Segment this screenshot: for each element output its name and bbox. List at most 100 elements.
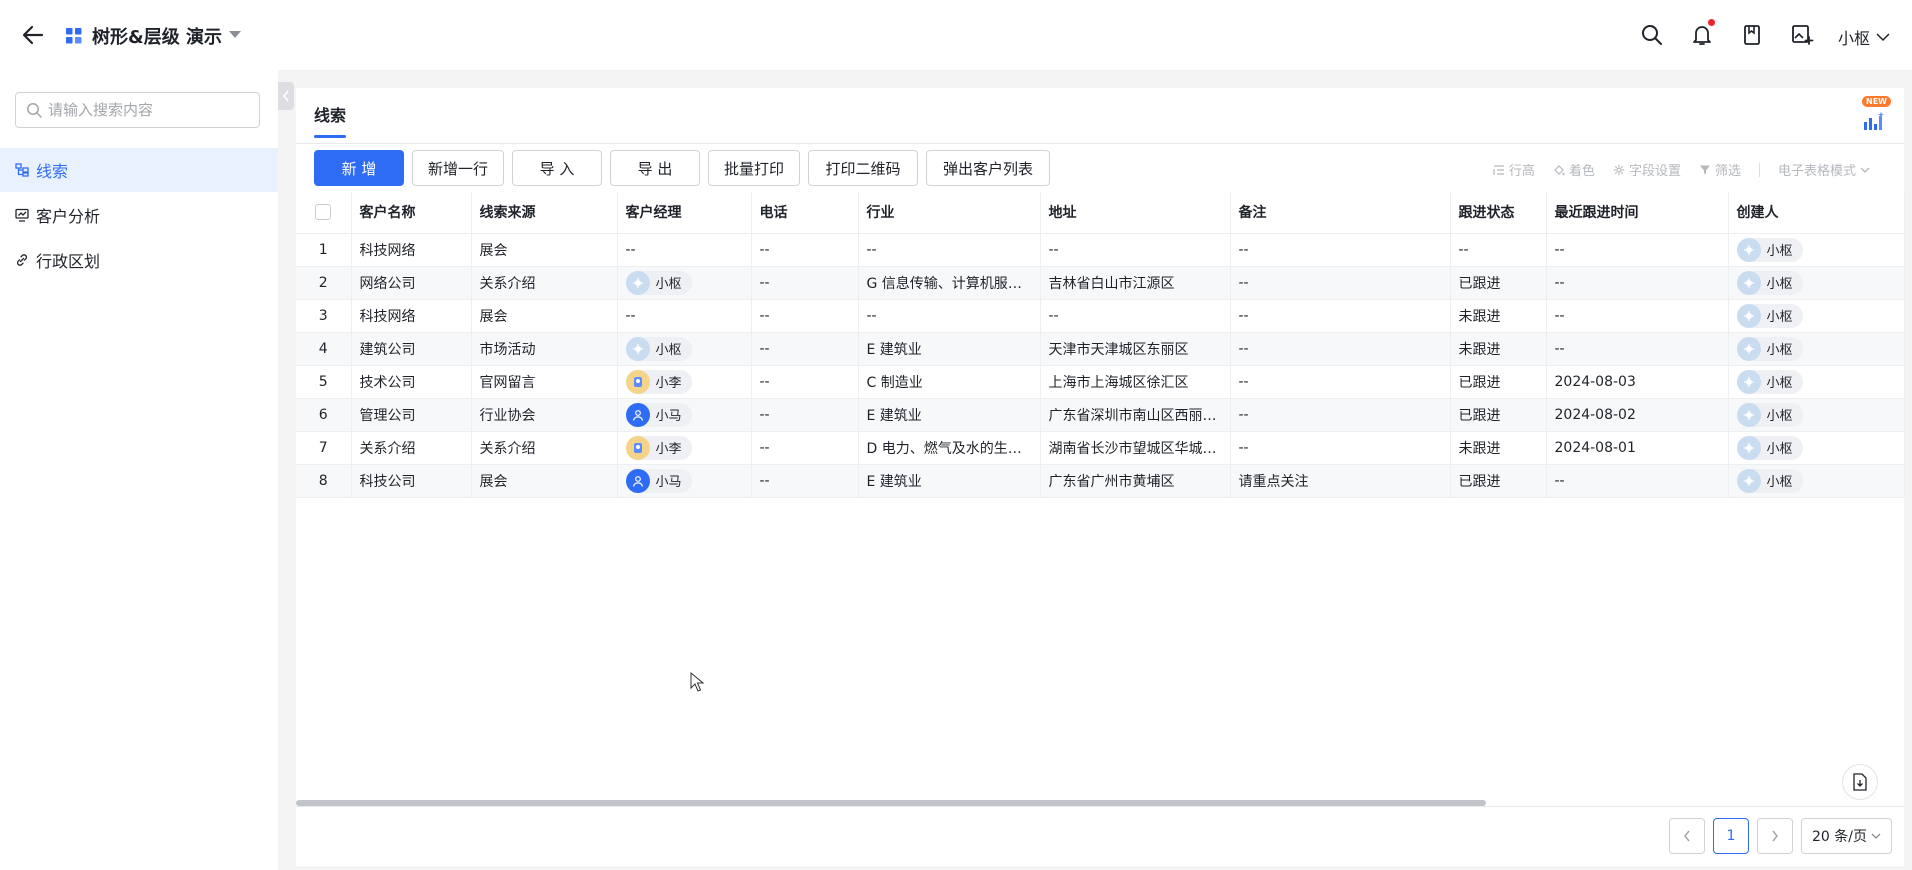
table-cell-address[interactable]: 吉林省白山市江源区 <box>1040 266 1231 300</box>
table-cell-source[interactable]: 关系介绍 <box>471 266 618 300</box>
creator-cell[interactable]: 小枢 <box>1728 266 1905 300</box>
table-row[interactable]: 3 科技网络 展会 -- -- -- -- -- 未跟进 -- 小枢 <box>296 299 1905 333</box>
add-row-button[interactable]: 新增一行 <box>412 150 504 186</box>
table-cell-source[interactable]: 关系介绍 <box>471 431 618 465</box>
table-cell-note[interactable]: -- <box>1230 233 1451 267</box>
manager-cell[interactable]: 小马 <box>617 398 752 432</box>
user-tag[interactable]: 小枢 <box>1736 336 1803 361</box>
table-cell-note[interactable]: -- <box>1230 266 1451 300</box>
table-cell-status[interactable]: 已跟进 <box>1450 464 1547 498</box>
next-page-button[interactable] <box>1757 818 1794 854</box>
manager-cell[interactable]: 小李 <box>617 431 752 465</box>
column-header[interactable]: 跟进状态 <box>1450 192 1547 234</box>
bookmark-icon[interactable] <box>1740 23 1764 47</box>
user-tag[interactable]: 小枢 <box>625 336 692 361</box>
add-button[interactable]: 新 增 <box>314 150 404 186</box>
user-tag[interactable]: 小枢 <box>1736 270 1803 295</box>
table-cell-source[interactable]: 展会 <box>471 299 618 333</box>
table-cell-industry[interactable]: -- <box>858 299 1041 333</box>
table-row[interactable]: 8 科技公司 展会 小马 -- E 建筑业 广东省广州市黄埔区 请重点关注 已跟进 -- 小枢 <box>296 464 1905 498</box>
user-tag[interactable]: 小枢 <box>1736 435 1803 460</box>
creator-cell[interactable]: 小枢 <box>1728 431 1905 465</box>
table-cell-address[interactable]: -- <box>1040 233 1231 267</box>
table-cell-last-time[interactable]: -- <box>1546 233 1729 267</box>
sidebar-item-customer-analysis[interactable]: 客户分析 <box>0 193 278 237</box>
tab-leads[interactable]: 线索 <box>314 102 346 126</box>
table-cell-last-time[interactable]: 2024-08-02 <box>1546 398 1729 432</box>
user-tag[interactable]: 小枢 <box>1736 402 1803 427</box>
table-cell-phone[interactable]: -- <box>751 299 859 333</box>
user-tag[interactable]: 小枢 <box>1736 369 1803 394</box>
table-cell-status[interactable]: 已跟进 <box>1450 398 1547 432</box>
table-cell-address[interactable]: 广东省广州市黄埔区 <box>1040 464 1231 498</box>
horizontal-scrollbar[interactable] <box>296 800 1486 806</box>
bell-icon[interactable] <box>1690 23 1714 47</box>
table-cell-industry[interactable]: E 建筑业 <box>858 332 1041 366</box>
table-cell-status[interactable]: 未跟进 <box>1450 332 1547 366</box>
table-cell-note[interactable]: -- <box>1230 431 1451 465</box>
table-cell-phone[interactable]: -- <box>751 233 859 267</box>
table-cell-industry[interactable]: E 建筑业 <box>858 464 1041 498</box>
page-number[interactable]: 1 <box>1713 818 1750 854</box>
column-header[interactable]: 客户名称 <box>351 192 472 234</box>
table-cell-last-time[interactable]: 2024-08-01 <box>1546 431 1729 465</box>
sidebar-item-admin-division[interactable]: 行政区划 <box>0 238 278 282</box>
creator-cell[interactable]: 小枢 <box>1728 233 1905 267</box>
table-cell-manager[interactable]: -- <box>617 299 752 333</box>
table-cell-phone[interactable]: -- <box>751 464 859 498</box>
column-header[interactable]: 电话 <box>751 192 859 234</box>
creator-cell[interactable]: 小枢 <box>1728 299 1905 333</box>
table-cell-note[interactable]: -- <box>1230 398 1451 432</box>
table-row[interactable]: 1 科技网络 展会 -- -- -- -- -- -- -- 小枢 <box>296 233 1905 267</box>
column-header[interactable]: 创建人 <box>1728 192 1905 234</box>
table-cell-manager[interactable]: -- <box>617 233 752 267</box>
user-tag[interactable]: 小李 <box>625 435 692 460</box>
column-header[interactable]: 行业 <box>858 192 1041 234</box>
filter-tool[interactable]: 筛选 <box>1699 160 1741 179</box>
table-cell-note[interactable]: 请重点关注 <box>1230 464 1451 498</box>
batch-print-button[interactable]: 批量打印 <box>708 150 800 186</box>
table-cell-address[interactable]: -- <box>1040 299 1231 333</box>
manager-cell[interactable]: 小枢 <box>617 266 752 300</box>
search-input[interactable] <box>48 101 248 119</box>
table-cell-status[interactable]: 已跟进 <box>1450 266 1547 300</box>
user-tag[interactable]: 小枢 <box>1736 303 1803 328</box>
table-cell-source[interactable]: 展会 <box>471 233 618 267</box>
table-cell-source[interactable]: 行业协会 <box>471 398 618 432</box>
table-cell-last-time[interactable]: 2024-08-03 <box>1546 365 1729 399</box>
table-cell-note[interactable]: -- <box>1230 365 1451 399</box>
table-cell-last-time[interactable]: -- <box>1546 464 1729 498</box>
table-row[interactable]: 4 建筑公司 市场活动 小枢 -- E 建筑业 天津市天津城区东丽区 -- 未跟进 -- 小枢 <box>296 332 1905 366</box>
table-cell-name[interactable]: 网络公司 <box>351 266 472 300</box>
table-cell-name[interactable]: 科技公司 <box>351 464 472 498</box>
table-row[interactable]: 6 管理公司 行业协会 小马 -- E 建筑业 广东省深圳市南山区西丽街道 -- 已跟进 2024… <box>296 398 1905 432</box>
manager-cell[interactable]: 小李 <box>617 365 752 399</box>
table-cell-source[interactable]: 官网留言 <box>471 365 618 399</box>
export-file-button[interactable] <box>1842 764 1878 800</box>
table-cell-last-time[interactable]: -- <box>1546 332 1729 366</box>
creator-cell[interactable]: 小枢 <box>1728 398 1905 432</box>
table-row[interactable]: 2网络公司关系介绍小枢--G 信息传输、计算机服务和软件业吉林省白山市江源区--… <box>296 266 1905 300</box>
sidebar-search[interactable] <box>15 92 260 128</box>
table-cell-address[interactable]: 上海市上海城区徐汇区 <box>1040 365 1231 399</box>
select-all-cell[interactable] <box>296 192 352 234</box>
table-cell-name[interactable]: 关系介绍 <box>351 431 472 465</box>
table-cell-phone[interactable]: -- <box>751 266 859 300</box>
user-menu[interactable]: 小枢 <box>1838 25 1890 49</box>
print-qrcode-button[interactable]: 打印二维码 <box>808 150 918 186</box>
table-cell-name[interactable]: 技术公司 <box>351 365 472 399</box>
table-cell-industry[interactable]: C 制造业 <box>858 365 1041 399</box>
add-image-icon[interactable] <box>1790 23 1814 47</box>
table-cell-last-time[interactable]: -- <box>1546 266 1729 300</box>
manager-cell[interactable]: 小马 <box>617 464 752 498</box>
table-cell-source[interactable]: 市场活动 <box>471 332 618 366</box>
table-cell-name[interactable]: 管理公司 <box>351 398 472 432</box>
user-tag[interactable]: 小马 <box>625 468 692 493</box>
page-size-select[interactable]: 20 条/页 <box>1801 818 1892 854</box>
table-cell-name[interactable]: 科技网络 <box>351 233 472 267</box>
table-cell-phone[interactable]: -- <box>751 398 859 432</box>
column-header[interactable]: 地址 <box>1040 192 1231 234</box>
new-feature-button[interactable]: NEW <box>1848 96 1898 136</box>
column-header[interactable]: 最近跟进时间 <box>1546 192 1729 234</box>
import-button[interactable]: 导 入 <box>512 150 602 186</box>
